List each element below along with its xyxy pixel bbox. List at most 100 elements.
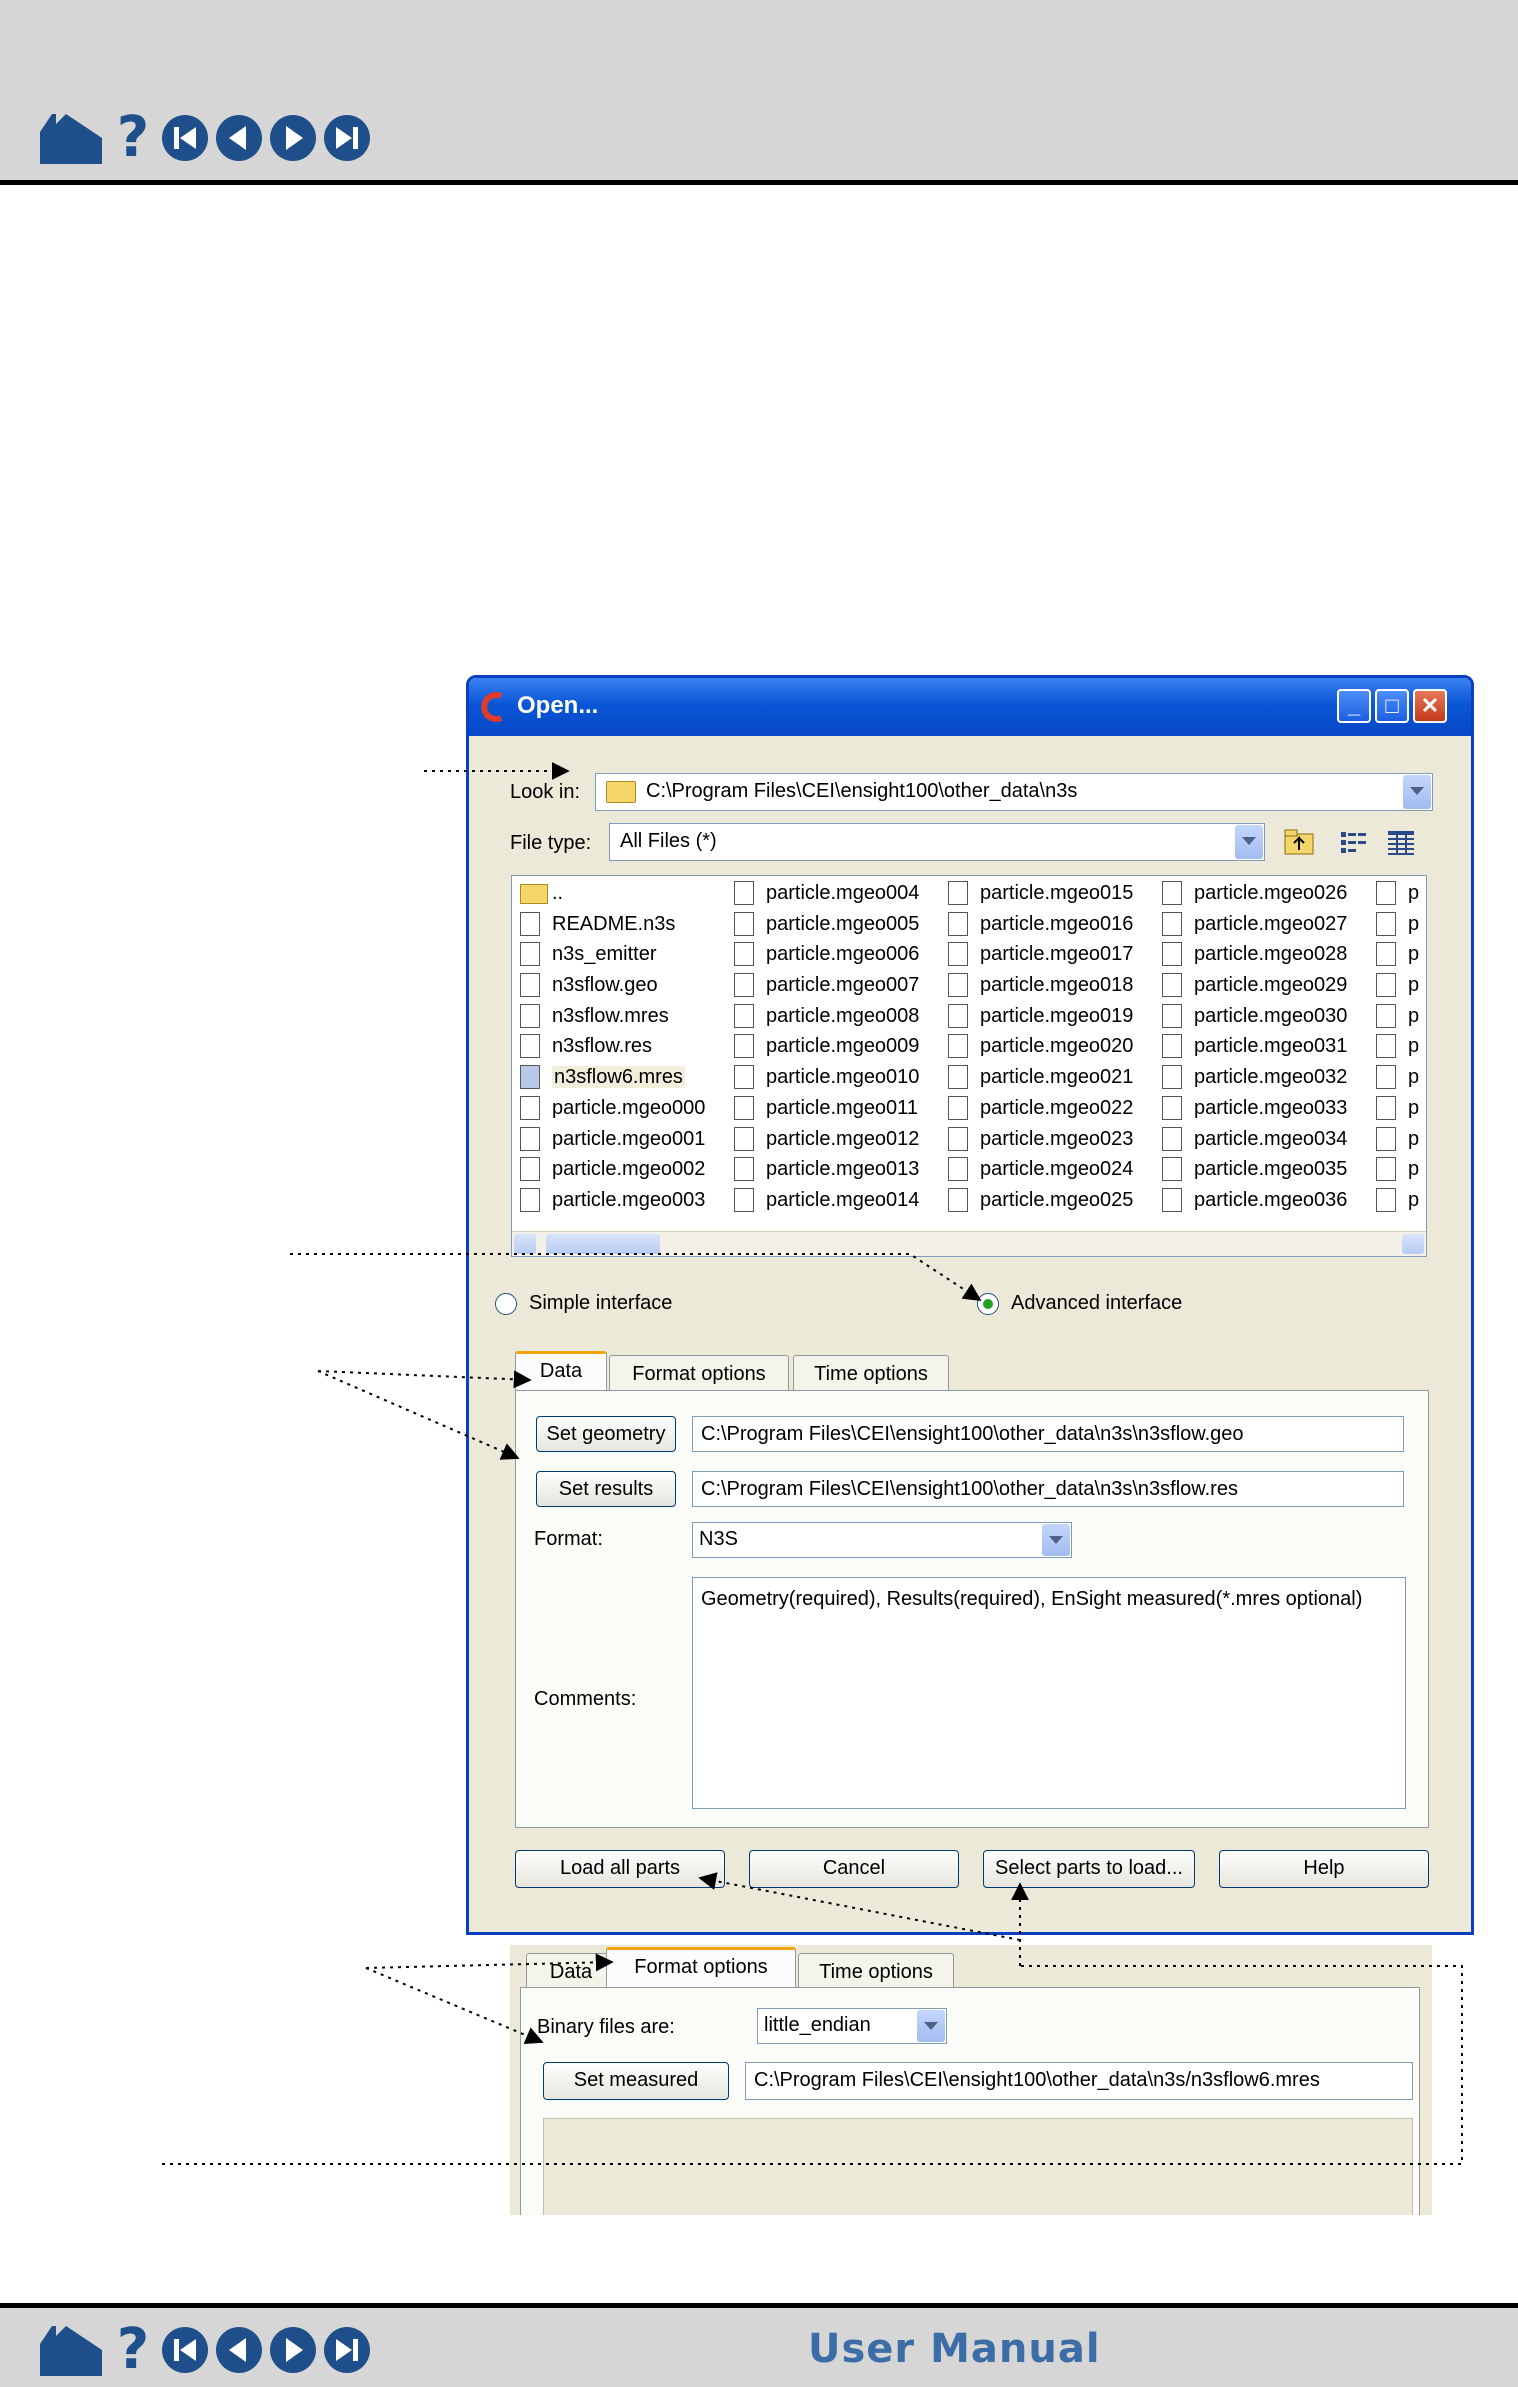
tab-format-options[interactable]: Format options	[606, 1947, 796, 1987]
file-list-item[interactable]: particle.mgeo014	[726, 1185, 940, 1216]
file-list-item[interactable]: p	[1368, 939, 1426, 970]
simple-interface-radio[interactable]	[495, 1293, 517, 1315]
file-list-item[interactable]: p	[1368, 1154, 1426, 1185]
geometry-path-field[interactable]: C:\Program Files\CEI\ensight100\other_da…	[692, 1416, 1404, 1452]
file-list-item[interactable]: particle.mgeo000	[512, 1093, 726, 1124]
maximize-button[interactable]: □	[1375, 689, 1409, 723]
scrollbar-thumb[interactable]	[546, 1234, 660, 1254]
file-list-item[interactable]: particle.mgeo027	[1154, 909, 1368, 940]
last-page-icon[interactable]	[322, 113, 372, 163]
file-list-item[interactable]: particle.mgeo015	[940, 878, 1154, 909]
details-view-icon[interactable]	[1383, 824, 1419, 860]
next-page-icon[interactable]	[268, 2325, 318, 2375]
dialog-titlebar[interactable]: Open... _ □ ✕	[469, 678, 1471, 736]
scroll-right-icon[interactable]	[1402, 1234, 1424, 1254]
chevron-down-icon[interactable]	[1235, 825, 1263, 859]
tab-time-options[interactable]: Time options	[793, 1355, 949, 1391]
help-icon[interactable]: ?	[110, 110, 156, 166]
load-all-parts-button[interactable]: Load all parts	[515, 1850, 725, 1888]
file-list-item[interactable]: n3sflow.mres	[512, 1001, 726, 1032]
results-path-field[interactable]: C:\Program Files\CEI\ensight100\other_da…	[692, 1471, 1404, 1507]
file-list-item[interactable]: particle.mgeo029	[1154, 970, 1368, 1001]
file-list-item[interactable]: p	[1368, 1031, 1426, 1062]
file-list-item[interactable]: particle.mgeo005	[726, 909, 940, 940]
file-list-item[interactable]: particle.mgeo020	[940, 1031, 1154, 1062]
file-list-item[interactable]: p	[1368, 970, 1426, 1001]
tab-data[interactable]: Data	[526, 1953, 616, 1989]
chevron-down-icon[interactable]	[1403, 775, 1431, 809]
measured-path-field[interactable]: C:\Program Files\CEI\ensight100\other_da…	[745, 2062, 1413, 2100]
file-list-item[interactable]: particle.mgeo009	[726, 1031, 940, 1062]
file-list-item[interactable]: particle.mgeo026	[1154, 878, 1368, 909]
previous-page-icon[interactable]	[214, 113, 264, 163]
file-list-item[interactable]: p	[1368, 1062, 1426, 1093]
file-list-item[interactable]: n3sflow.res	[512, 1031, 726, 1062]
chevron-down-icon[interactable]	[1042, 1524, 1070, 1556]
file-list-item[interactable]: particle.mgeo011	[726, 1093, 940, 1124]
help-button[interactable]: Help	[1219, 1850, 1429, 1888]
file-list-item[interactable]: particle.mgeo021	[940, 1062, 1154, 1093]
file-list-item[interactable]: particle.mgeo022	[940, 1093, 1154, 1124]
file-list-item[interactable]: particle.mgeo032	[1154, 1062, 1368, 1093]
format-dropdown[interactable]: N3S	[692, 1522, 1072, 1558]
file-list-item[interactable]: particle.mgeo031	[1154, 1031, 1368, 1062]
file-list-item[interactable]: particle.mgeo025	[940, 1185, 1154, 1216]
scroll-left-icon[interactable]	[514, 1234, 536, 1254]
file-list-item[interactable]: particle.mgeo003	[512, 1185, 726, 1216]
tab-data[interactable]: Data	[515, 1351, 607, 1391]
binary-format-dropdown[interactable]: little_endian	[757, 2008, 947, 2044]
file-list-item[interactable]: particle.mgeo033	[1154, 1093, 1368, 1124]
file-list-item[interactable]: ..	[512, 878, 726, 909]
select-parts-button[interactable]: Select parts to load...	[983, 1850, 1195, 1888]
file-list-item[interactable]: particle.mgeo023	[940, 1124, 1154, 1155]
file-list-item[interactable]: particle.mgeo030	[1154, 1001, 1368, 1032]
list-view-icon[interactable]	[1335, 824, 1371, 860]
last-page-icon[interactable]	[322, 2325, 372, 2375]
set-geometry-button[interactable]: Set geometry	[536, 1416, 676, 1452]
file-list-item[interactable]: particle.mgeo006	[726, 939, 940, 970]
file-list-item[interactable]: particle.mgeo019	[940, 1001, 1154, 1032]
file-list-item[interactable]: README.n3s	[512, 909, 726, 940]
tab-format-options[interactable]: Format options	[609, 1355, 789, 1391]
file-list-item[interactable]: n3sflow6.mres	[512, 1062, 726, 1093]
tab-time-options[interactable]: Time options	[798, 1953, 954, 1989]
file-list-item[interactable]: particle.mgeo012	[726, 1124, 940, 1155]
file-list-item[interactable]: particle.mgeo007	[726, 970, 940, 1001]
file-list-item[interactable]: p	[1368, 1093, 1426, 1124]
file-list-item[interactable]: particle.mgeo004	[726, 878, 940, 909]
file-list-item[interactable]: particle.mgeo034	[1154, 1124, 1368, 1155]
file-type-dropdown[interactable]: All Files (*)	[609, 823, 1265, 861]
next-page-icon[interactable]	[268, 113, 318, 163]
file-list-item[interactable]: particle.mgeo018	[940, 970, 1154, 1001]
minimize-button[interactable]: _	[1337, 689, 1371, 723]
first-page-icon[interactable]	[160, 113, 210, 163]
file-list-item[interactable]: p	[1368, 1001, 1426, 1032]
previous-page-icon[interactable]	[214, 2325, 264, 2375]
home-icon[interactable]	[36, 110, 106, 166]
cancel-button[interactable]: Cancel	[749, 1850, 959, 1888]
look-in-dropdown[interactable]: C:\Program Files\CEI\ensight100\other_da…	[595, 773, 1433, 811]
file-list-item[interactable]: particle.mgeo013	[726, 1154, 940, 1185]
file-list-item[interactable]: particle.mgeo036	[1154, 1185, 1368, 1216]
file-list-item[interactable]: particle.mgeo024	[940, 1154, 1154, 1185]
file-list-item[interactable]: particle.mgeo017	[940, 939, 1154, 970]
file-list-item[interactable]: particle.mgeo035	[1154, 1154, 1368, 1185]
file-list-item[interactable]: p	[1368, 909, 1426, 940]
set-measured-button[interactable]: Set measured	[543, 2062, 729, 2100]
file-list-item[interactable]: n3sflow.geo	[512, 970, 726, 1001]
close-button[interactable]: ✕	[1413, 689, 1447, 723]
first-page-icon[interactable]	[160, 2325, 210, 2375]
file-list-item[interactable]: p	[1368, 878, 1426, 909]
file-list-item[interactable]: particle.mgeo028	[1154, 939, 1368, 970]
file-list-item[interactable]: particle.mgeo008	[726, 1001, 940, 1032]
comments-textarea[interactable]: Geometry(required), Results(required), E…	[692, 1577, 1406, 1809]
chevron-down-icon[interactable]	[917, 2010, 945, 2042]
up-folder-icon[interactable]	[1281, 824, 1317, 860]
home-icon[interactable]	[36, 2322, 106, 2378]
file-list-item[interactable]: particle.mgeo002	[512, 1154, 726, 1185]
set-results-button[interactable]: Set results	[536, 1471, 676, 1507]
file-list-item[interactable]: particle.mgeo010	[726, 1062, 940, 1093]
file-list-item[interactable]: p	[1368, 1185, 1426, 1216]
horizontal-scrollbar[interactable]	[512, 1231, 1426, 1256]
file-list-item[interactable]: p	[1368, 1124, 1426, 1155]
